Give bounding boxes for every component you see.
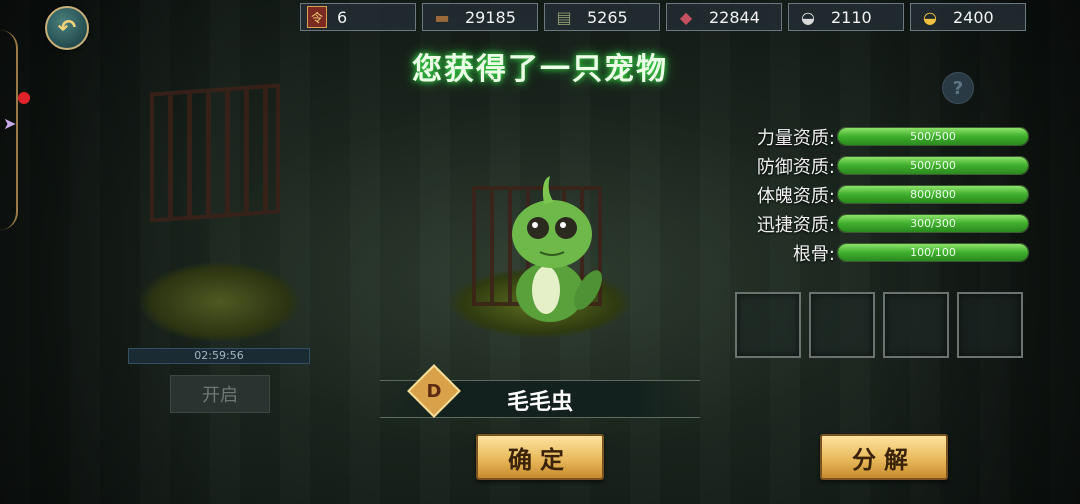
resource-value: 2400 bbox=[953, 7, 994, 27]
silver-ingot-icon: ◒ bbox=[801, 7, 815, 27]
left-cage bbox=[150, 83, 280, 223]
cage-timer: 02:59:56 bbox=[128, 348, 310, 364]
stat-bar: 800/800 bbox=[837, 185, 1029, 204]
wood-icon: ▬ bbox=[434, 7, 450, 27]
stat-row-agility: 迅捷资质: 300/300 bbox=[735, 209, 1029, 238]
stat-row-root-bone: 根骨: 100/100 bbox=[735, 238, 1029, 267]
stat-value: 100/100 bbox=[910, 246, 956, 259]
stat-label: 根骨: bbox=[792, 243, 835, 265]
resource-cloth: ▤ 5265 bbox=[544, 3, 660, 31]
stat-row-constitution: 体魄资质: 800/800 bbox=[735, 180, 1029, 209]
stat-label: 体魄资质: bbox=[756, 185, 835, 207]
skill-slots bbox=[735, 292, 1023, 358]
left-grass-patch bbox=[140, 262, 300, 342]
stat-bar: 100/100 bbox=[837, 243, 1029, 262]
resource-bar: 令 6 ▬ 29185 ▤ 5265 ◆ 22844 ◒ 2110 ◒ 2400 bbox=[300, 3, 1026, 31]
resource-token: 令 6 bbox=[300, 3, 416, 31]
resource-meat: ◆ 22844 bbox=[666, 3, 782, 31]
stat-label: 防御资质: bbox=[756, 156, 835, 178]
confirm-button[interactable]: 确定 bbox=[476, 434, 604, 480]
stat-label: 迅捷资质: bbox=[756, 214, 835, 236]
skill-slot[interactable] bbox=[883, 292, 949, 358]
notification-dot bbox=[18, 92, 30, 104]
stat-bar: 500/500 bbox=[837, 156, 1029, 175]
pet-caterpillar-icon bbox=[512, 176, 602, 322]
stat-row-defense: 防御资质: 500/500 bbox=[735, 151, 1029, 180]
pet-name: 毛毛虫 bbox=[506, 390, 573, 415]
stat-bar: 500/500 bbox=[837, 127, 1029, 146]
back-arrow-icon: ↶ bbox=[57, 15, 77, 41]
side-expand-arrow-icon[interactable]: ➤ bbox=[3, 114, 16, 133]
cloth-icon: ▤ bbox=[556, 7, 572, 27]
skill-slot[interactable] bbox=[957, 292, 1023, 358]
resource-value: 5265 bbox=[587, 7, 628, 27]
gold-ingot-icon: ◒ bbox=[923, 7, 937, 27]
stat-value: 500/500 bbox=[910, 130, 956, 143]
decompose-button[interactable]: 分解 bbox=[820, 434, 948, 480]
open-cage-button[interactable]: 开启 bbox=[170, 375, 270, 413]
resource-wood: ▬ 29185 bbox=[422, 3, 538, 31]
help-button[interactable]: ? bbox=[942, 72, 974, 104]
resource-value: 6 bbox=[337, 7, 348, 27]
resource-gold: ◒ 2400 bbox=[910, 3, 1026, 31]
stat-label: 力量资质: bbox=[756, 127, 835, 149]
stat-row-strength: 力量资质: 500/500 bbox=[735, 122, 1029, 151]
stat-value: 500/500 bbox=[910, 159, 956, 172]
skill-slot[interactable] bbox=[809, 292, 875, 358]
meat-icon: ◆ bbox=[679, 7, 693, 27]
token-icon: 令 bbox=[307, 6, 327, 28]
resource-value: 2110 bbox=[831, 7, 872, 27]
skill-slot[interactable] bbox=[735, 292, 801, 358]
grade-letter: D bbox=[426, 380, 442, 402]
page-title: 您获得了一只宠物 bbox=[412, 52, 668, 87]
stat-bar: 300/300 bbox=[837, 214, 1029, 233]
stat-value: 300/300 bbox=[910, 217, 956, 230]
resource-value: 29185 bbox=[465, 7, 516, 27]
resource-silver: ◒ 2110 bbox=[788, 3, 904, 31]
stat-value: 800/800 bbox=[910, 188, 956, 201]
stats-panel: 力量资质: 500/500 防御资质: 500/500 体魄资质: 800/80… bbox=[735, 122, 1029, 267]
resource-value: 22844 bbox=[709, 7, 760, 27]
